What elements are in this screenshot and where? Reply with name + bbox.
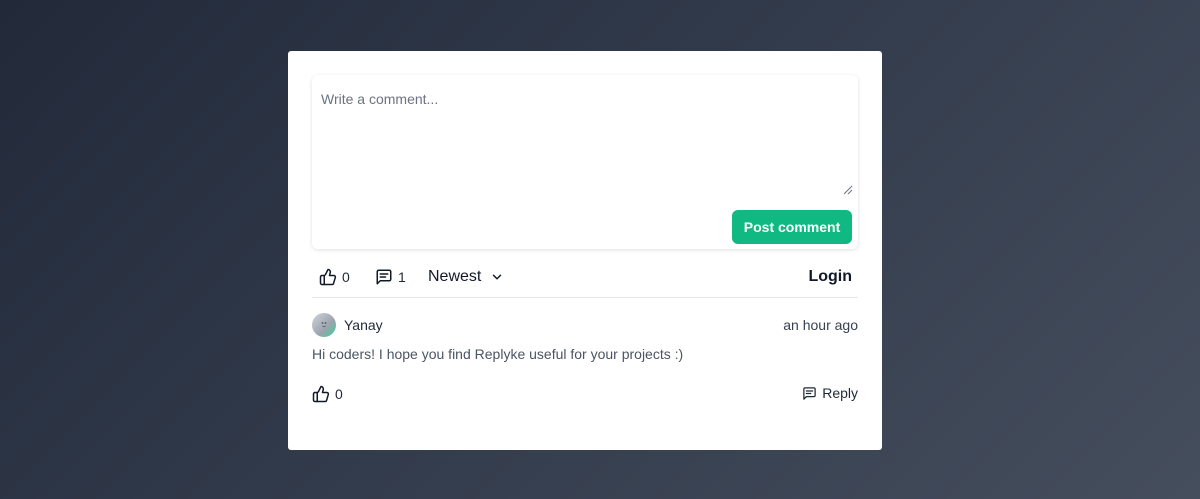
comments-card: Post comment 0 1 Newest Login xyxy=(288,51,882,450)
sort-label: Newest xyxy=(428,268,482,285)
comment-author[interactable]: Yanay xyxy=(344,317,383,333)
comments-count-indicator: 1 xyxy=(375,265,406,289)
post-likes-count: 0 xyxy=(342,269,350,285)
chevron-down-icon xyxy=(493,274,502,280)
thumbs-up-icon xyxy=(312,385,330,403)
comment-body: Hi coders! I hope you find Replyke usefu… xyxy=(312,346,684,362)
reply-button[interactable]: Reply xyxy=(802,383,858,403)
login-button[interactable]: Login xyxy=(808,265,852,289)
avatar[interactable] xyxy=(312,313,336,337)
like-post-button[interactable]: 0 xyxy=(319,265,350,289)
reply-icon xyxy=(803,386,816,400)
comment-timestamp: an hour ago xyxy=(783,317,858,333)
comments-count: 1 xyxy=(398,269,406,285)
reply-label: Reply xyxy=(822,385,858,401)
comment-input[interactable] xyxy=(312,75,858,199)
avatar-face-icon xyxy=(321,322,327,327)
comment-bubble-icon xyxy=(376,269,392,285)
comment-likes-count: 0 xyxy=(335,386,343,402)
thumbs-up-icon xyxy=(319,268,337,286)
post-comment-button[interactable]: Post comment xyxy=(732,210,852,244)
resize-handle-icon[interactable] xyxy=(843,185,853,195)
sort-dropdown[interactable]: Newest xyxy=(428,265,504,289)
comment-like-button[interactable]: 0 xyxy=(312,383,343,405)
comments-toolbar: 0 1 Newest Login xyxy=(312,257,858,298)
comment-composer: Post comment xyxy=(312,75,858,249)
